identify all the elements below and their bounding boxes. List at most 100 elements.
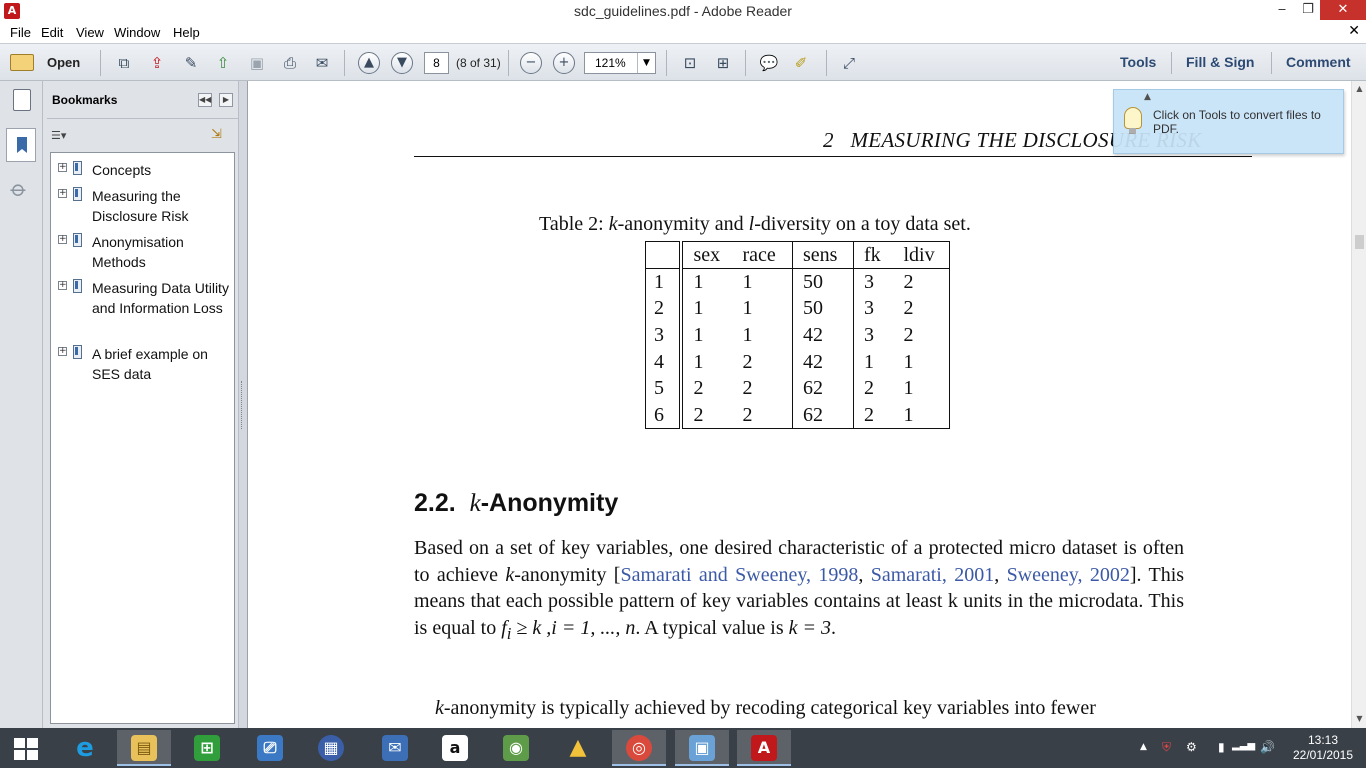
open-label: Open [47, 55, 81, 70]
taskbar: e ▤ ⊞ ⎚ ▦ ✉ a ◉ ▲ ◎ ▣ A ▲ ⛨ ⚙ ▮ ▂▃▅ 🔊 13… [0, 728, 1366, 768]
scroll-down-icon[interactable]: ▼ [1352, 711, 1366, 726]
evernote-icon[interactable]: ◉ [489, 730, 543, 766]
expand-panel-icon[interactable]: ▶ [219, 93, 233, 107]
menu-help[interactable]: Help [173, 25, 200, 40]
restore-button[interactable]: ❐ [1294, 0, 1322, 20]
expand-icon[interactable]: + [58, 281, 67, 290]
menu-bar: File Edit View Window Help ✕ [0, 22, 1366, 43]
expand-icon[interactable]: + [58, 189, 67, 198]
bookmark-label[interactable]: A brief example on SES data [92, 344, 232, 384]
bookmarks-panel: Bookmarks ◀◀ ▶ ☰▾ ⇲ + Concepts + Measuri… [43, 81, 243, 728]
email-icon[interactable]: ✉ [311, 52, 333, 74]
find-bookmark-icon[interactable]: ⇲ [211, 127, 227, 143]
page-thumbnails-icon[interactable] [13, 89, 31, 111]
options-menu-icon[interactable]: ☰▾ [51, 129, 73, 143]
bookmarks-title: Bookmarks [52, 93, 118, 107]
navigation-strip: ⌀ [0, 81, 43, 728]
toolbar-separator [344, 50, 345, 76]
minimize-button[interactable]: ‒ [1268, 0, 1296, 20]
amazon-icon[interactable]: a [428, 730, 482, 766]
print-icon[interactable]: ⎙ [279, 52, 301, 74]
panel-splitter[interactable] [238, 81, 248, 728]
network-icon[interactable]: ▂▃▅ [1232, 740, 1255, 751]
fit-page-icon[interactable]: ⊡ [679, 52, 701, 74]
create-pdf-icon[interactable]: ⧉ [113, 52, 135, 74]
citation-link[interactable]: Samarati and Sweeney, 1998 [620, 564, 858, 586]
page-count: (8 of 31) [456, 56, 501, 70]
tooltip-text: Click on Tools to convert files to PDF. [1153, 108, 1321, 136]
bookmark-icon [73, 161, 82, 175]
page-number-input[interactable]: 8 [424, 52, 449, 74]
bookmark-icon [73, 233, 82, 247]
volume-icon[interactable]: 🔊 [1260, 740, 1275, 754]
attachments-icon[interactable]: ⌀ [5, 176, 32, 203]
menu-window[interactable]: Window [114, 25, 160, 40]
close-button[interactable]: ✕ [1320, 0, 1366, 20]
close-document-icon[interactable]: ✕ [1348, 23, 1360, 39]
security-icon[interactable]: ⛨ [1162, 740, 1171, 755]
calculator-icon[interactable]: ▦ [304, 730, 358, 766]
highlight-icon[interactable]: ✐ [790, 52, 812, 74]
citation-link[interactable]: Sweeney, 2002 [1007, 564, 1130, 586]
expand-icon[interactable]: + [58, 235, 67, 244]
bookmark-label[interactable]: Anonymisation Methods [92, 232, 232, 272]
expand-icon[interactable]: + [58, 347, 67, 356]
section-heading: 2.2. k-Anonymity [414, 489, 619, 517]
menu-edit[interactable]: Edit [41, 25, 63, 40]
fill-sign-panel-button[interactable]: Fill & Sign [1186, 54, 1254, 70]
table-row: 4 1 2 42 1 1 [645, 348, 950, 375]
zoom-value: 121% [595, 56, 626, 70]
chrome-icon[interactable]: ◎ [612, 730, 666, 766]
save-icon[interactable]: ▣ [246, 52, 268, 74]
chevron-down-icon[interactable]: ▼ [637, 53, 655, 73]
bookmark-label[interactable]: Measuring the Disclosure Risk [92, 186, 232, 226]
menu-file[interactable]: File [10, 25, 31, 40]
next-page-icon[interactable]: ▼ [391, 52, 413, 74]
zoom-in-icon[interactable]: + [553, 52, 575, 74]
export-pdf-icon[interactable]: ⇪ [146, 52, 168, 74]
fullscreen-icon[interactable]: ⤢ [838, 52, 860, 74]
sync-icon[interactable]: ⚙ [1186, 740, 1197, 754]
photos-icon[interactable]: ▣ [675, 730, 729, 766]
title-bar: A sdc_guidelines.pdf - Adobe Reader ‒ ❐ … [0, 0, 1366, 22]
adobe-reader-taskbar-icon[interactable]: A [737, 730, 791, 766]
tools-panel-button[interactable]: Tools [1120, 54, 1156, 70]
bookmark-label[interactable]: Measuring Data Utility and Information L… [92, 278, 232, 318]
collapse-panel-icon[interactable]: ◀◀ [198, 93, 212, 107]
scroll-up-icon[interactable]: ▲ [1352, 81, 1366, 96]
remote-desktop-icon[interactable]: ⎚ [243, 730, 297, 766]
scroll-thumb[interactable] [1355, 235, 1364, 249]
menu-view[interactable]: View [76, 25, 104, 40]
windows-start-icon[interactable] [14, 738, 40, 760]
folder-icon [10, 54, 34, 71]
zoom-select[interactable]: 121% ▼ [584, 52, 656, 74]
bookmark-icon [73, 279, 82, 293]
bookmark-icon [73, 345, 82, 359]
fit-width-icon[interactable]: ⊞ [712, 52, 734, 74]
edit-icon[interactable]: ✎ [180, 52, 202, 74]
paragraph: k-anonymity is typically achieved by rec… [435, 697, 1096, 719]
show-hidden-icons-icon[interactable]: ▲ [1140, 742, 1147, 752]
table-row: 2 1 1 50 3 2 [645, 295, 950, 322]
previous-page-icon[interactable]: ▲ [358, 52, 380, 74]
comment-panel-button[interactable]: Comment [1286, 54, 1351, 70]
clock-time: 13:13 [1307, 733, 1339, 747]
messaging-icon[interactable]: ✉ [368, 730, 422, 766]
battery-icon[interactable]: ▮ [1218, 740, 1225, 754]
internet-explorer-icon[interactable]: e [58, 730, 112, 766]
comment-icon[interactable]: 💬 [758, 52, 780, 74]
document-view[interactable]: 2 MEASURING THE DISCLOSURE RISK Table 2:… [248, 81, 1351, 728]
store-icon[interactable]: ⊞ [180, 730, 234, 766]
google-drive-icon[interactable]: ▲ [551, 730, 605, 766]
upload-icon[interactable]: ⇧ [212, 52, 234, 74]
clock[interactable]: 13:13 22/01/2015 [1288, 733, 1358, 763]
bookmarks-icon[interactable] [6, 128, 36, 162]
file-explorer-icon[interactable]: ▤ [117, 730, 171, 766]
citation-link[interactable]: Samarati, 2001 [871, 564, 994, 586]
toolbar-separator [508, 50, 509, 76]
expand-icon[interactable]: + [58, 163, 67, 172]
bookmark-label[interactable]: Concepts [92, 160, 232, 180]
zoom-out-icon[interactable]: − [520, 52, 542, 74]
vertical-scrollbar[interactable]: ▲ ▼ [1351, 81, 1366, 728]
tools-tooltip[interactable]: ▲ Click on Tools to convert files to PDF… [1113, 89, 1344, 154]
